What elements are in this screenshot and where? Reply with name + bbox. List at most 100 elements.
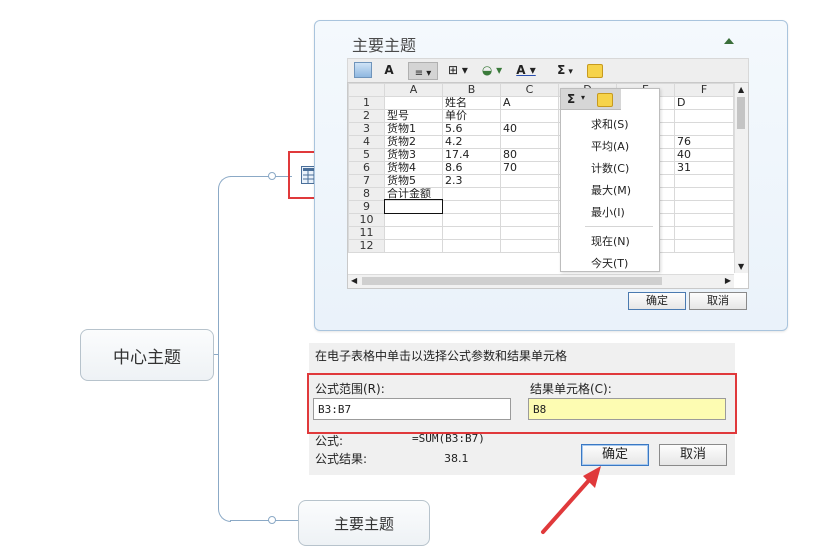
row-header[interactable]: 5 xyxy=(348,148,385,162)
menu-item-average[interactable]: 平均(A) xyxy=(591,138,629,154)
row-header[interactable]: 2 xyxy=(348,109,385,123)
sheet-cell[interactable]: 单价 xyxy=(442,109,501,123)
row-header[interactable]: 7 xyxy=(348,174,385,188)
vertical-scrollbar[interactable]: ▲ ▼ xyxy=(734,83,748,273)
sheet-cell[interactable]: 80 xyxy=(500,148,559,162)
sheet-cell[interactable] xyxy=(674,122,734,136)
chart-icon[interactable] xyxy=(354,62,372,78)
col-header[interactable]: B xyxy=(442,83,501,97)
sheet-cell[interactable]: 70 xyxy=(500,161,559,175)
sheet-cell[interactable] xyxy=(384,213,443,227)
sheet-cell[interactable] xyxy=(442,200,501,214)
sheet-cell[interactable] xyxy=(500,200,559,214)
range-label: 公式范围(R): xyxy=(315,382,385,396)
sub-topic-label: 主要主题 xyxy=(333,514,394,533)
sheet-cell[interactable]: 货物5 xyxy=(384,174,443,188)
sheet-cell[interactable] xyxy=(674,213,734,227)
row-header[interactable]: 4 xyxy=(348,135,385,149)
sheet-cell[interactable]: 5.6 xyxy=(442,122,501,136)
col-header[interactable]: C xyxy=(500,83,559,97)
range-input[interactable]: B3:B7 xyxy=(313,398,511,420)
row-header[interactable]: 11 xyxy=(348,226,385,240)
row-header[interactable]: 3 xyxy=(348,122,385,136)
row-header[interactable]: 1 xyxy=(348,96,385,110)
border-button[interactable]: ⊞ ▾ xyxy=(446,61,470,79)
sheet-cell[interactable] xyxy=(674,239,734,253)
sheet-cell[interactable] xyxy=(500,187,559,201)
fill-color-button[interactable]: ◒ ▾ xyxy=(478,61,506,79)
sheet-cell[interactable] xyxy=(500,226,559,240)
row-header[interactable]: 10 xyxy=(348,213,385,227)
sheet-cell[interactable] xyxy=(384,239,443,253)
align-button[interactable]: ≡ ▾ xyxy=(408,62,438,80)
sheet-cell[interactable] xyxy=(442,226,501,240)
sheet-cell[interactable]: 货物1 xyxy=(384,122,443,136)
menu-item-now[interactable]: 现在(N) xyxy=(591,233,630,249)
sheet-cell[interactable] xyxy=(500,174,559,188)
collapse-arrow-icon[interactable] xyxy=(724,38,734,44)
sheet-cell[interactable]: 40 xyxy=(500,122,559,136)
col-header[interactable]: F xyxy=(674,83,734,97)
sheet-cell[interactable]: 型号 xyxy=(384,109,443,123)
sheet-cell[interactable] xyxy=(442,239,501,253)
sheet-cell[interactable] xyxy=(674,200,734,214)
scroll-left-arrow[interactable]: ◀ xyxy=(351,276,357,285)
scroll-up-arrow[interactable]: ▲ xyxy=(738,85,744,94)
panel-cancel-button[interactable]: 取消 xyxy=(689,292,747,310)
sheet-cell[interactable]: 姓名 xyxy=(442,96,501,110)
sheet-cell[interactable] xyxy=(674,226,734,240)
sub-topic-lower[interactable]: 主要主题 xyxy=(298,500,430,546)
table-row: 5 货物3 17.4 80 40 xyxy=(348,148,734,162)
menu-item-count[interactable]: 计数(C) xyxy=(591,160,629,176)
sheet-cell[interactable] xyxy=(674,174,734,188)
sheet-cell[interactable]: 货物4 xyxy=(384,161,443,175)
sheet-cell[interactable]: 31 xyxy=(674,161,734,175)
row-header[interactable]: 8 xyxy=(348,187,385,201)
sheet-cell[interactable]: 4.2 xyxy=(442,135,501,149)
sheet-cell[interactable] xyxy=(384,96,443,110)
menu-item-sum[interactable]: 求和(S) xyxy=(591,116,629,132)
horizontal-scrollbar[interactable]: ◀ ▶ xyxy=(348,274,734,288)
menu-item-min[interactable]: 最小(I) xyxy=(591,204,625,220)
center-topic[interactable]: 中心主题 xyxy=(80,329,214,381)
sheet-cell[interactable]: 76 xyxy=(674,135,734,149)
row-header[interactable]: 6 xyxy=(348,161,385,175)
scroll-hthumb[interactable] xyxy=(362,277,662,285)
menu-item-today[interactable]: 今天(T) xyxy=(591,255,628,271)
menu-item-max[interactable]: 最大(M) xyxy=(591,182,631,198)
sheet-cell[interactable]: 8.6 xyxy=(442,161,501,175)
sheet-cell[interactable] xyxy=(674,109,734,123)
sheet-cell[interactable] xyxy=(500,239,559,253)
col-header[interactable]: A xyxy=(384,83,443,97)
font-bold-button[interactable]: A xyxy=(382,61,396,79)
scroll-down-arrow[interactable]: ▼ xyxy=(738,262,744,271)
scroll-right-arrow[interactable]: ▶ xyxy=(725,276,731,285)
sheet-cell[interactable]: 40 xyxy=(674,148,734,162)
sum-button[interactable]: Σ ▾ xyxy=(554,61,576,79)
sheet-cell[interactable] xyxy=(500,109,559,123)
sheet-cell[interactable] xyxy=(384,226,443,240)
sheet-cell[interactable]: D xyxy=(674,96,734,110)
insert-function-icon[interactable] xyxy=(587,64,603,78)
row-header[interactable]: 9 xyxy=(348,200,385,214)
scroll-thumb[interactable] xyxy=(737,97,745,129)
sheet-cell[interactable] xyxy=(500,213,559,227)
panel-ok-button[interactable]: 确定 xyxy=(628,292,686,310)
dialog-instruction: 在电子表格中单击以选择公式参数和结果单元格 xyxy=(315,349,568,363)
menu-header[interactable]: Σ ▾ xyxy=(561,89,621,110)
sheet-cell[interactable]: 2.3 xyxy=(442,174,501,188)
font-color-button[interactable]: A ▾ xyxy=(512,61,540,79)
sheet-cell[interactable]: 货物2 xyxy=(384,135,443,149)
sheet-cell[interactable]: 17.4 xyxy=(442,148,501,162)
sheet-cell[interactable] xyxy=(674,187,734,201)
row-header[interactable]: 12 xyxy=(348,239,385,253)
sheet-cell[interactable] xyxy=(442,187,501,201)
sheet-cell[interactable]: A xyxy=(500,96,559,110)
sheet-cell[interactable]: 货物3 xyxy=(384,148,443,162)
dialog-cancel-button[interactable]: 取消 xyxy=(659,444,727,466)
result-cell-input[interactable]: B8 xyxy=(528,398,726,420)
spreadsheet-grid[interactable]: A B C D E F 1姓名AD2型号单价3货物15.6404货物24.276… xyxy=(347,82,749,289)
corner-cell[interactable] xyxy=(348,83,385,97)
sheet-cell[interactable] xyxy=(500,135,559,149)
sheet-cell[interactable] xyxy=(442,213,501,227)
